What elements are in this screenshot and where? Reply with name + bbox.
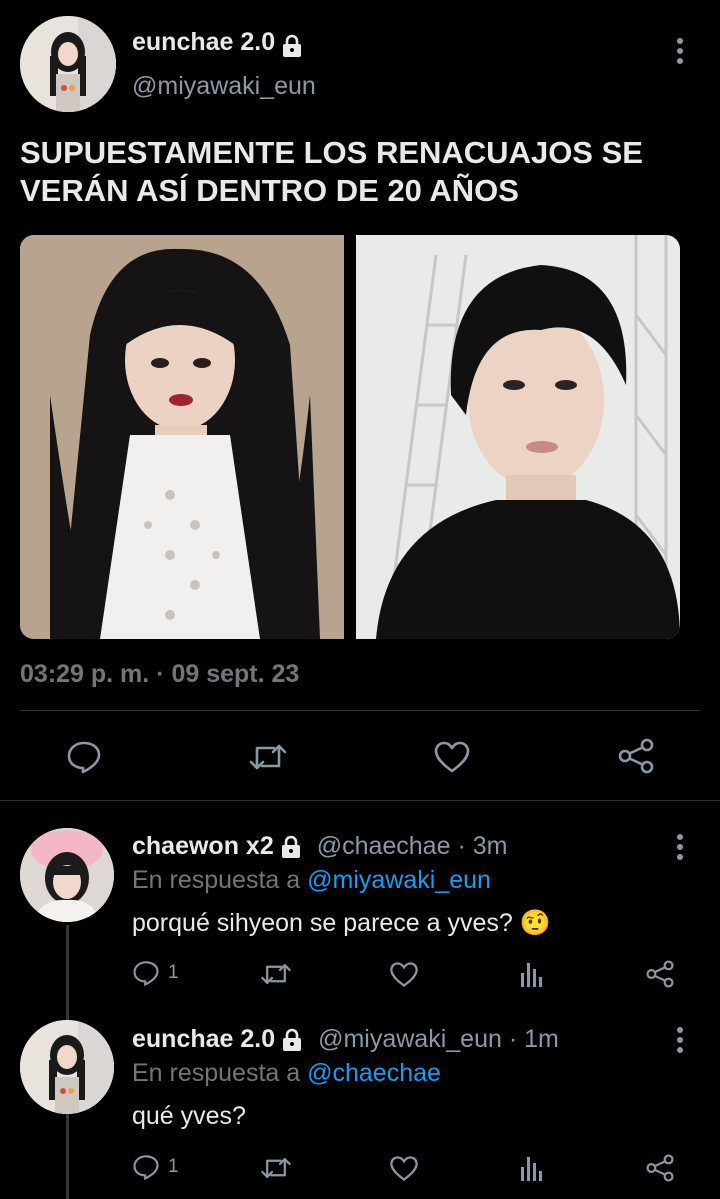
reply-text-2: qué yves? <box>132 1102 246 1130</box>
author-avatar[interactable] <box>20 16 116 112</box>
lock-icon <box>281 1028 303 1052</box>
photo-man-image <box>356 235 680 639</box>
replying-to-handle[interactable]: @chaechae <box>307 1059 441 1087</box>
heart-icon[interactable] <box>389 961 419 988</box>
reply-display-name[interactable]: eunchae 2.0 <box>132 1025 275 1053</box>
lock-icon <box>281 34 303 58</box>
avatar-image <box>20 828 114 922</box>
retweet-icon[interactable] <box>260 962 292 986</box>
replying-to-2: En respuesta a @chaechae <box>132 1059 441 1088</box>
reply-handle[interactable]: @chaechae <box>317 832 451 860</box>
tweet-text: SUPUESTAMENTE LOS RENACUAJOS SE VERÁN AS… <box>20 134 643 210</box>
tweet-timestamp[interactable]: 03:29 p. m. · 09 sept. 23 <box>20 660 299 689</box>
reply-time: · 3m <box>457 832 508 860</box>
replying-to-1: En respuesta a @miyawaki_eun <box>132 866 491 895</box>
reply-display-name[interactable]: chaewon x2 <box>132 832 274 860</box>
author-display-name[interactable]: eunchae 2.0 <box>132 28 275 56</box>
retweet-icon[interactable] <box>248 742 288 772</box>
avatar-image <box>20 16 116 112</box>
reply-header-2: eunchae 2.0 @miyawaki_eun · 1m <box>132 1025 559 1054</box>
kebab-icon[interactable] <box>672 36 688 66</box>
reply-header-1: chaewon x2 @chaechae · 3m <box>132 832 507 861</box>
kebab-icon[interactable] <box>672 1025 688 1055</box>
avatar-image <box>20 1020 114 1114</box>
media-grid[interactable] <box>20 235 680 639</box>
reply-count: 1 <box>168 1156 179 1177</box>
reply-avatar-2[interactable] <box>20 1020 114 1114</box>
analytics-icon[interactable] <box>519 961 545 987</box>
reply-text-1: porqué sihyeon se parece a yves? 🤨 <box>132 909 551 937</box>
tweet-text-line-2: VERÁN ASÍ DENTRO DE 20 AÑOS <box>20 173 519 208</box>
share-icon[interactable] <box>645 960 675 988</box>
actions-divider <box>0 800 720 801</box>
analytics-icon[interactable] <box>519 1155 545 1181</box>
lock-icon <box>280 835 302 859</box>
reply-action-reply[interactable]: 1 <box>132 1154 179 1180</box>
reply-handle[interactable]: @miyawaki_eun <box>318 1025 502 1053</box>
heart-icon[interactable] <box>433 740 471 774</box>
timestamp-divider <box>20 710 700 711</box>
author-name-row: eunchae 2.0 <box>132 28 303 58</box>
author-handle[interactable]: @miyawaki_eun <box>132 72 316 101</box>
thread-connector <box>66 1117 69 1199</box>
reply-action-reply[interactable]: 1 <box>132 960 179 986</box>
tweet-photo-right[interactable] <box>356 235 680 639</box>
photo-woman-image <box>20 235 344 639</box>
replying-prefix: En respuesta a <box>132 1059 301 1087</box>
tweet-photo-left[interactable] <box>20 235 344 639</box>
replying-to-handle[interactable]: @miyawaki_eun <box>307 866 491 894</box>
tweet-text-line-1: SUPUESTAMENTE LOS RENACUAJOS SE <box>20 135 643 170</box>
heart-icon[interactable] <box>389 1155 419 1182</box>
kebab-icon[interactable] <box>672 832 688 862</box>
replying-prefix: En respuesta a <box>132 866 301 894</box>
retweet-icon[interactable] <box>260 1156 292 1180</box>
share-icon[interactable] <box>645 1154 675 1182</box>
reply-icon[interactable] <box>66 740 102 774</box>
share-icon[interactable] <box>617 738 655 774</box>
reply-time: · 1m <box>508 1025 559 1053</box>
reply-icon <box>132 1154 160 1180</box>
reply-count: 1 <box>168 962 179 983</box>
reply-icon <box>132 960 160 986</box>
reply-avatar-1[interactable] <box>20 828 114 922</box>
